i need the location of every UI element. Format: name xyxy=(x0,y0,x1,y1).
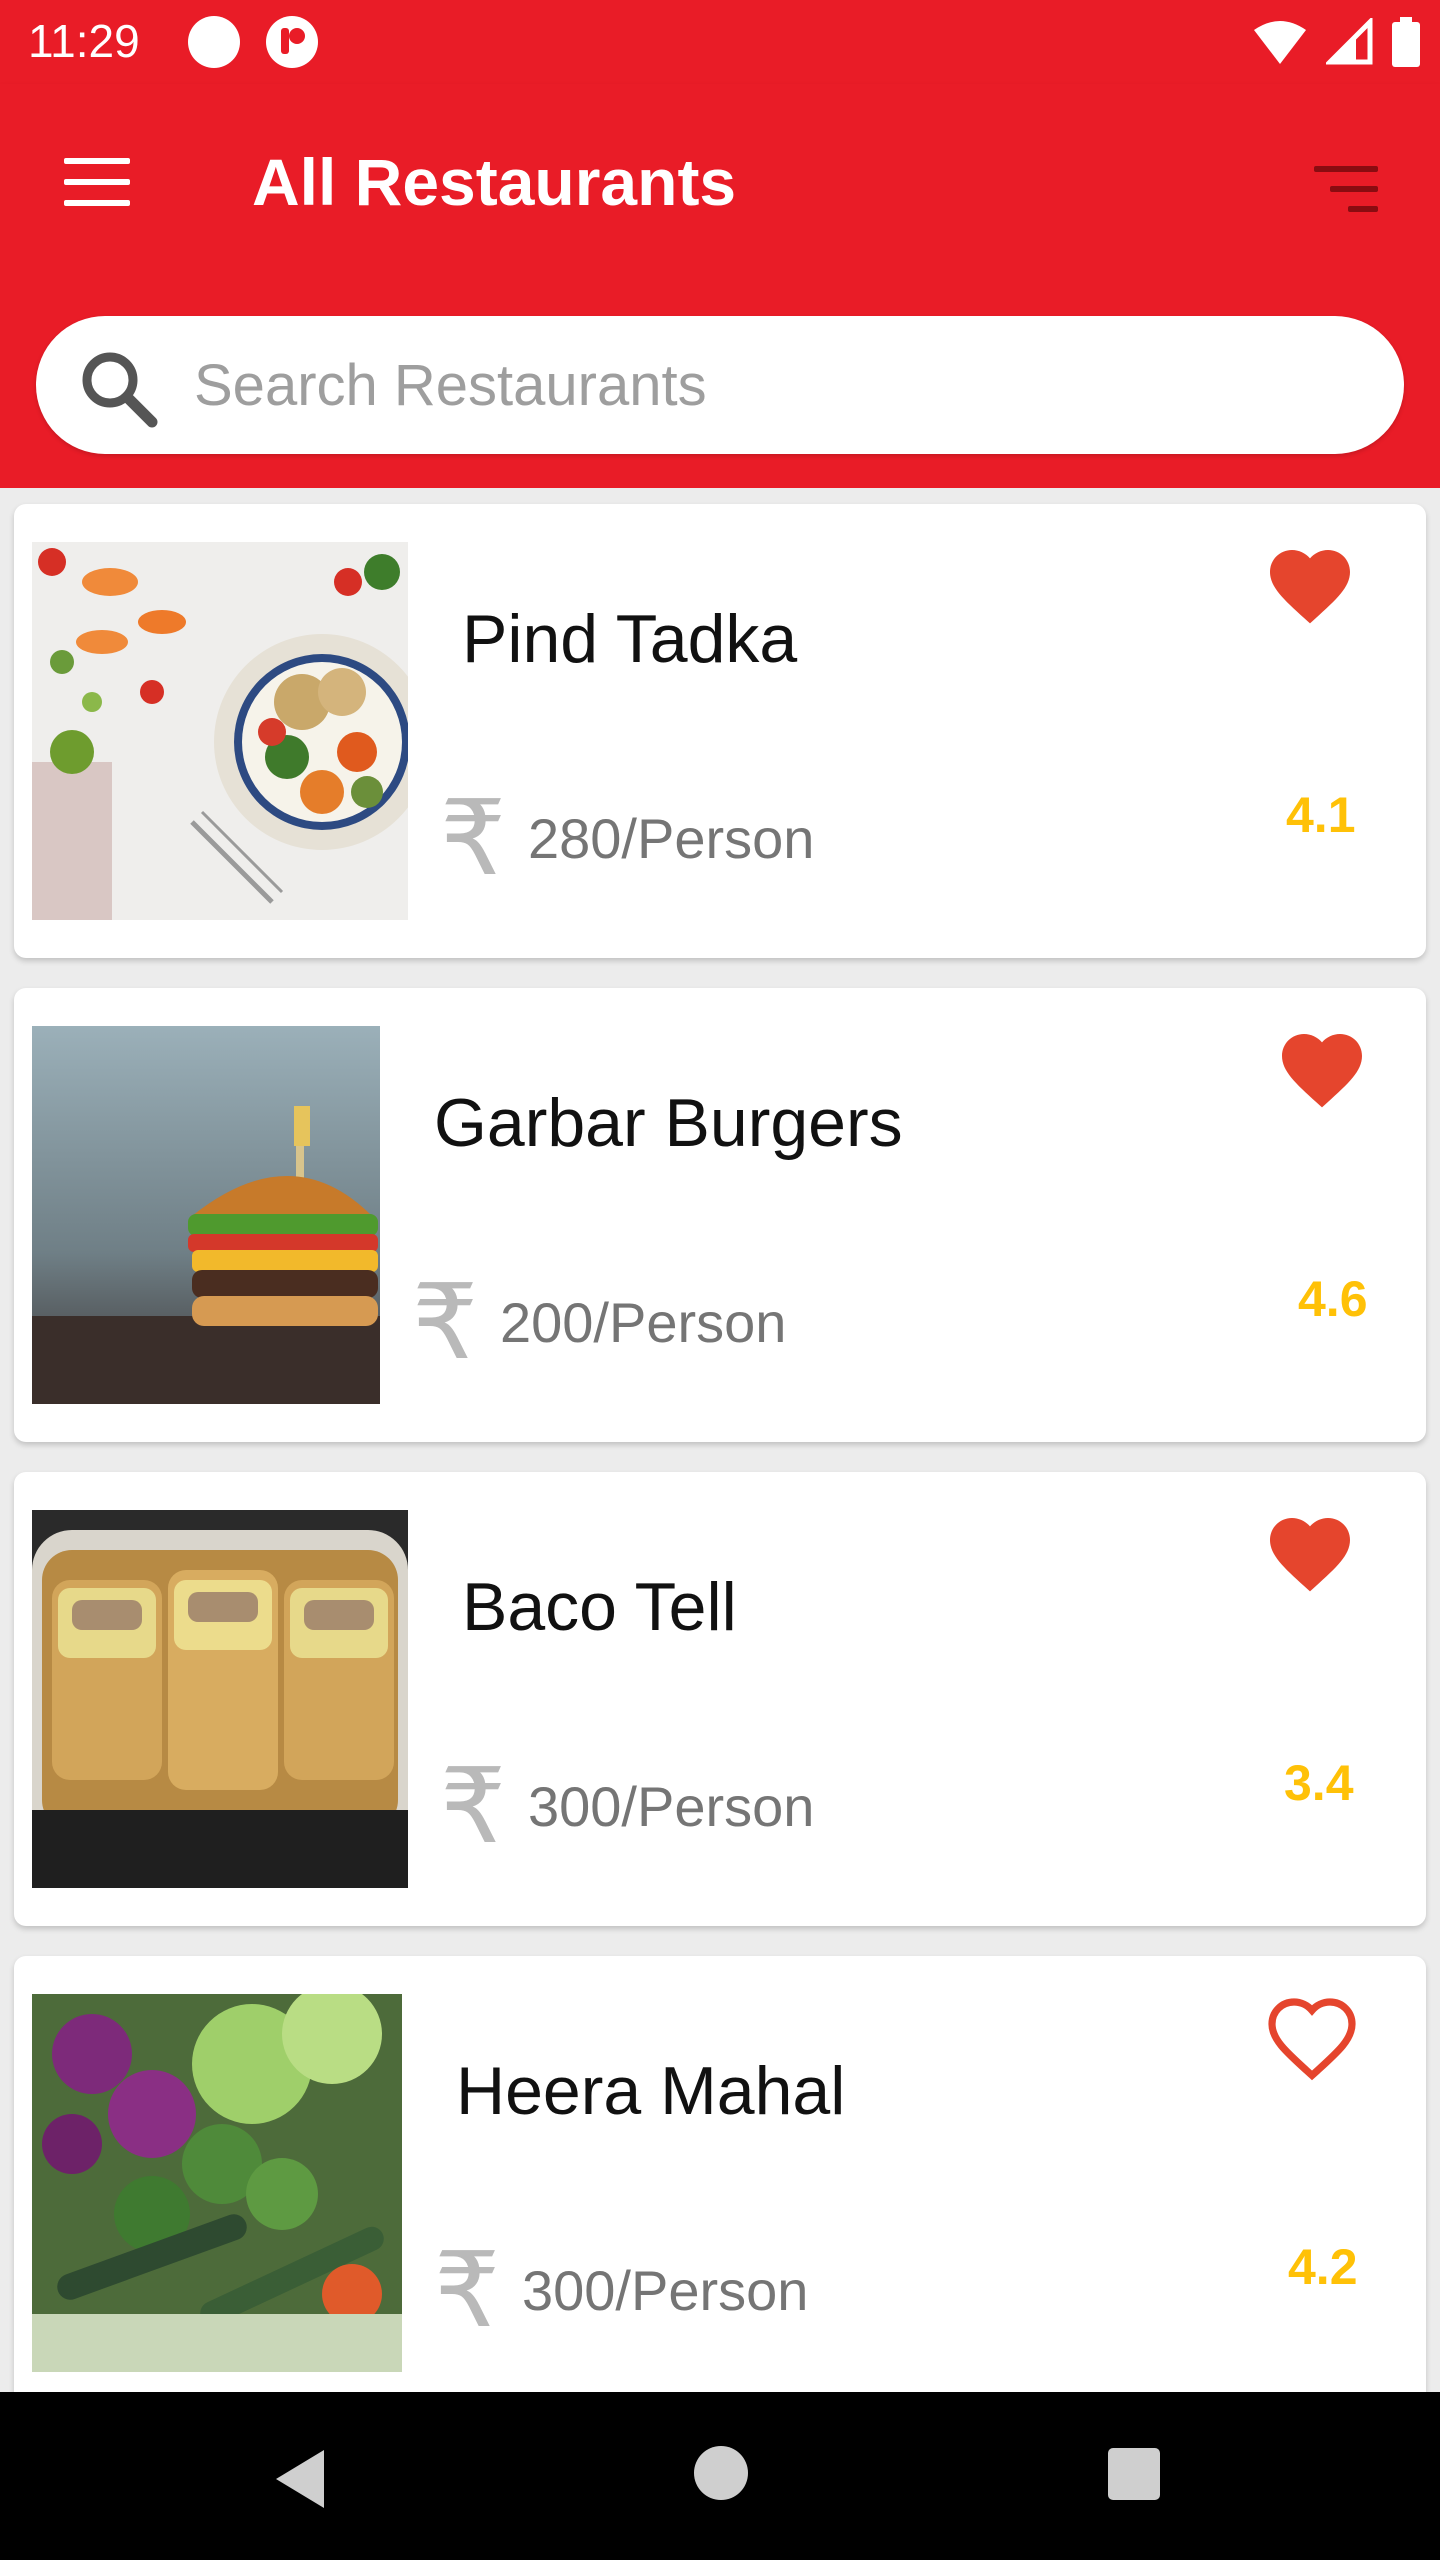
search-bar[interactable] xyxy=(36,316,1404,454)
page-title: All Restaurants xyxy=(252,145,737,219)
restaurant-list[interactable]: Pind Tadka ₹ 280/Person 4.1 Garbar Burge… xyxy=(0,488,1440,2392)
app-notification-icon xyxy=(266,16,318,68)
restaurant-image xyxy=(32,1510,408,1888)
status-time: 11:29 xyxy=(28,15,140,67)
favorite-heart-outline-icon[interactable] xyxy=(1264,1990,1360,2086)
restaurant-image xyxy=(32,542,408,920)
search-input[interactable] xyxy=(192,344,1346,426)
restaurant-name: Pind Tadka xyxy=(462,601,798,677)
restaurant-card-garbar-burgers[interactable]: Garbar Burgers ₹ 200/Person 4.6 xyxy=(14,988,1426,1442)
restaurant-price: 300/Person xyxy=(528,1775,815,1838)
rupee-icon: ₹ xyxy=(434,2229,501,2351)
favorite-heart-icon[interactable] xyxy=(1274,1022,1370,1118)
restaurant-rating: 4.6 xyxy=(1298,1271,1368,1327)
restaurant-rating: 4.1 xyxy=(1286,787,1356,843)
restaurant-image xyxy=(32,1026,380,1404)
rupee-icon: ₹ xyxy=(440,1745,507,1867)
status-icons xyxy=(1252,16,1420,68)
restaurant-image xyxy=(32,1994,402,2372)
restaurant-rating: 4.2 xyxy=(1288,2239,1358,2295)
recents-icon[interactable] xyxy=(1108,2448,1160,2500)
rupee-icon: ₹ xyxy=(412,1261,479,1383)
signal-icon xyxy=(1326,18,1373,65)
search-area xyxy=(0,280,1440,488)
restaurant-name: Heera Mahal xyxy=(456,2053,846,2129)
restaurant-name: Garbar Burgers xyxy=(434,1085,903,1161)
status-bar: 11:29 xyxy=(0,0,1440,84)
sort-button[interactable] xyxy=(1310,148,1390,228)
menu-button[interactable] xyxy=(50,142,130,222)
restaurant-price: 300/Person xyxy=(522,2259,809,2322)
restaurant-rating: 3.4 xyxy=(1284,1755,1354,1811)
restaurant-price: 200/Person xyxy=(500,1291,787,1354)
restaurant-card-heera-mahal[interactable]: Heera Mahal ₹ 300/Person 4.2 xyxy=(14,1956,1426,2392)
restaurant-card-baco-tell[interactable]: Baco Tell ₹ 300/Person 3.4 xyxy=(14,1472,1426,1926)
app-bar: All Restaurants xyxy=(0,84,1440,280)
restaurant-card-pind-tadka[interactable]: Pind Tadka ₹ 280/Person 4.1 xyxy=(14,504,1426,958)
favorite-heart-icon[interactable] xyxy=(1262,1506,1358,1602)
battery-icon xyxy=(1392,17,1420,67)
system-nav-bar xyxy=(0,2392,1440,2560)
app-screen: 11:29 All Restaurants Search Restaurants… xyxy=(0,0,1440,2560)
restaurant-name: Baco Tell xyxy=(462,1569,737,1645)
restaurant-price: 280/Person xyxy=(528,807,815,870)
back-icon[interactable] xyxy=(268,2444,338,2514)
favorite-heart-icon[interactable] xyxy=(1262,538,1358,634)
home-icon[interactable] xyxy=(694,2446,748,2500)
search-icon xyxy=(82,352,158,428)
wifi-icon xyxy=(1254,21,1306,64)
rupee-icon: ₹ xyxy=(440,777,507,899)
notification-dot-icon xyxy=(188,16,240,68)
